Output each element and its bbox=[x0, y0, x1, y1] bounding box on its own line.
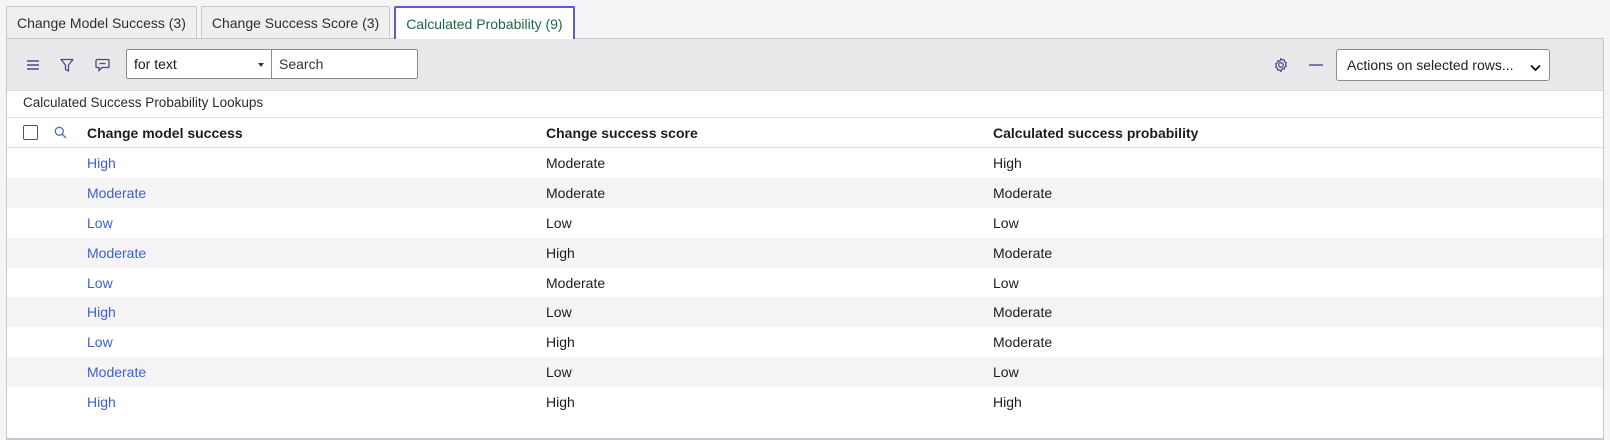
change-model-success-link[interactable]: Moderate bbox=[87, 364, 146, 380]
table-row: Moderate High Moderate bbox=[7, 237, 1603, 268]
filter-field-value: for text bbox=[134, 56, 177, 72]
change-success-score-cell: Low bbox=[546, 214, 572, 231]
change-model-success-link[interactable]: Low bbox=[87, 275, 113, 291]
speech-bubble-icon[interactable] bbox=[92, 55, 112, 75]
hamburger-icon[interactable] bbox=[23, 55, 43, 75]
filter-field-select[interactable]: for text bbox=[126, 49, 272, 79]
calculated-success-probability-cell: Moderate bbox=[993, 244, 1053, 261]
column-header-change-success-score[interactable]: Change success score bbox=[546, 125, 698, 141]
table-row: Low High Moderate bbox=[7, 327, 1603, 357]
actions-select[interactable]: Actions on selected rows... bbox=[1336, 49, 1550, 81]
change-model-success-link[interactable]: Low bbox=[87, 334, 113, 350]
search-icon[interactable] bbox=[54, 126, 67, 144]
list-title: Calculated Success Probability Lookups bbox=[23, 95, 264, 110]
calculated-success-probability-cell: Low bbox=[993, 214, 1019, 231]
tab-change-success-score[interactable]: Change Success Score (3) bbox=[200, 6, 391, 38]
change-success-score-cell: Low bbox=[546, 304, 572, 321]
change-model-success-link[interactable]: Moderate bbox=[87, 245, 146, 261]
change-success-score-cell: High bbox=[546, 244, 575, 261]
calculated-success-probability-cell: Moderate bbox=[993, 334, 1053, 351]
table-row: Moderate Moderate Moderate bbox=[7, 177, 1603, 208]
calculated-success-probability-cell: High bbox=[993, 155, 1022, 171]
table-row: High Moderate High bbox=[7, 148, 1603, 178]
calculated-success-probability-cell: Moderate bbox=[993, 184, 1053, 201]
change-success-score-cell: High bbox=[546, 334, 575, 351]
tab-bar: Change Model Success (3) Change Success … bbox=[6, 6, 579, 39]
table-row: High Low Moderate bbox=[7, 297, 1603, 328]
change-model-success-link[interactable]: Moderate bbox=[87, 185, 146, 201]
caret-down-icon bbox=[258, 63, 264, 67]
change-success-score-cell: Moderate bbox=[546, 184, 606, 201]
calculated-success-probability-cell: Low bbox=[993, 274, 1019, 291]
table-body: High Moderate High Moderate Moderate Mod… bbox=[7, 148, 1603, 417]
calculated-success-probability-cell: High bbox=[993, 394, 1022, 411]
table-header: Change model success Change success scor… bbox=[7, 117, 1603, 148]
list-bottom-divider bbox=[7, 438, 1603, 439]
gear-icon[interactable] bbox=[1271, 55, 1291, 75]
change-success-score-cell: Moderate bbox=[546, 274, 606, 291]
tab-calculated-probability[interactable]: Calculated Probability (9) bbox=[394, 6, 575, 39]
list-panel: for text Actions on selected rows... Cal… bbox=[6, 38, 1604, 440]
tab-change-model-success[interactable]: Change Model Success (3) bbox=[6, 6, 197, 38]
search-input[interactable] bbox=[272, 49, 418, 79]
list-toolbar: for text Actions on selected rows... bbox=[7, 39, 1603, 91]
change-model-success-link[interactable]: Low bbox=[87, 215, 113, 231]
change-model-success-link[interactable]: High bbox=[87, 304, 116, 320]
table-row: Low Moderate Low bbox=[7, 268, 1603, 298]
change-model-success-link[interactable]: High bbox=[87, 155, 116, 171]
change-success-score-cell: High bbox=[546, 394, 575, 411]
column-header-calculated-success-probability[interactable]: Calculated success probability bbox=[993, 125, 1198, 141]
change-success-score-cell: Moderate bbox=[546, 155, 606, 171]
change-model-success-link[interactable]: High bbox=[87, 394, 116, 410]
minus-icon[interactable] bbox=[1306, 55, 1326, 75]
chevron-down-icon bbox=[1530, 59, 1541, 75]
calculated-success-probability-cell: Low bbox=[993, 364, 1019, 381]
select-all-checkbox[interactable] bbox=[23, 125, 38, 140]
table-row: High High High bbox=[7, 387, 1603, 417]
table-row: Low Low Low bbox=[7, 208, 1603, 238]
funnel-icon[interactable] bbox=[57, 55, 77, 75]
calculated-success-probability-cell: Moderate bbox=[993, 304, 1053, 321]
table-row: Moderate Low Low bbox=[7, 357, 1603, 388]
column-header-change-model-success[interactable]: Change model success bbox=[87, 125, 243, 141]
change-success-score-cell: Low bbox=[546, 364, 572, 381]
actions-select-value: Actions on selected rows... bbox=[1347, 57, 1514, 73]
